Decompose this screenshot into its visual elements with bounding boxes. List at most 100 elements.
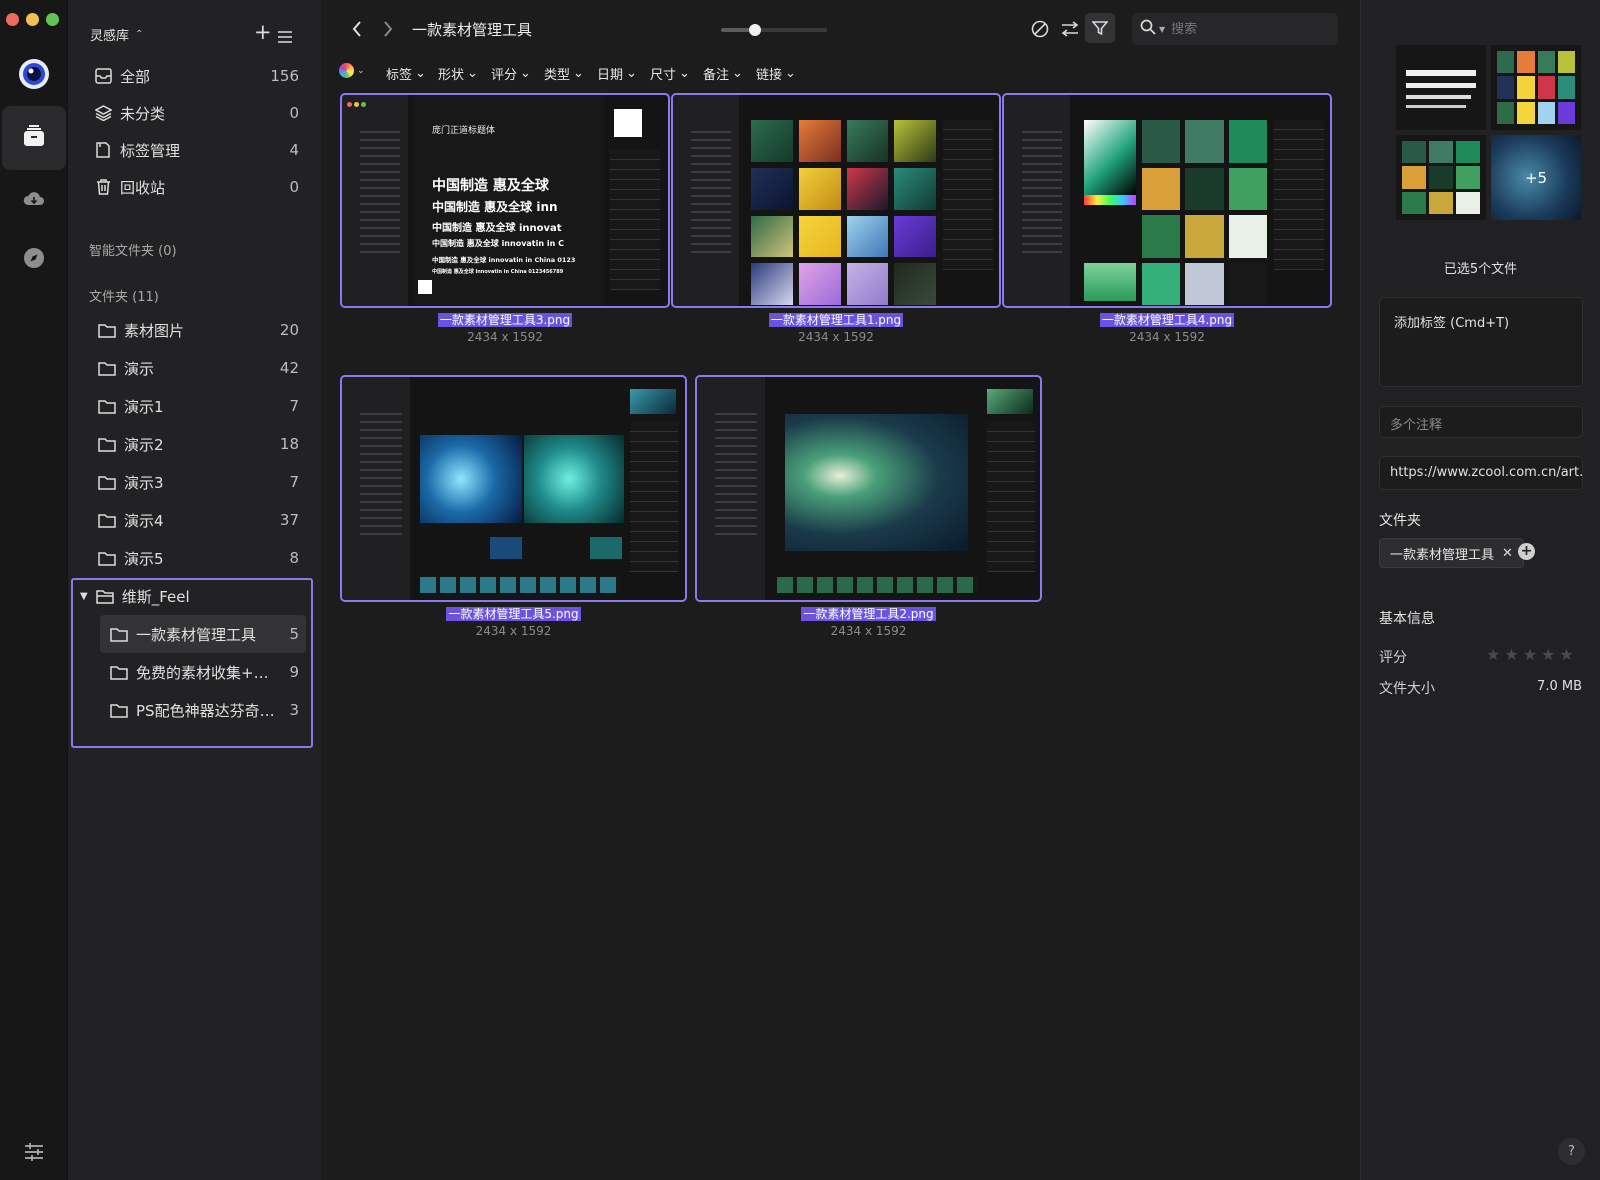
file-thumbnail[interactable] xyxy=(340,375,687,602)
library-switcher[interactable]: 灵感库 ⌃ xyxy=(90,25,143,44)
cloud-icon[interactable] xyxy=(14,179,54,219)
folder-item[interactable]: 素材图片 20 xyxy=(96,312,299,348)
filter-link[interactable]: 链接 ⌄ xyxy=(756,62,796,84)
sidebar-item-count: 156 xyxy=(270,67,299,85)
file-card[interactable]: 庞门正道标题体 中国制造 惠及全球 中国制造 惠及全球 inn 中国制造 惠及全… xyxy=(340,93,670,348)
subfolder-item[interactable]: 免费的素材收集+管理软件 9 xyxy=(108,654,299,690)
zoom-window-button[interactable] xyxy=(46,13,59,26)
logo-icon[interactable] xyxy=(14,54,54,94)
folder-label: PS配色神器达芬奇助手 xyxy=(136,701,284,720)
color-filter[interactable]: ⌄ xyxy=(339,63,365,78)
no-filter-icon[interactable] xyxy=(1028,18,1052,40)
sort-swap-icon[interactable] xyxy=(1058,18,1082,40)
notes-placeholder: 多个注释 xyxy=(1390,418,1443,433)
subfolder-item[interactable]: PS配色神器达芬奇助手 3 xyxy=(108,692,299,728)
add-icon[interactable]: + xyxy=(254,20,272,44)
file-card[interactable]: 一款素材管理工具1.png 2434 x 1592 xyxy=(671,93,1001,348)
file-thumbnail[interactable]: 庞门正道标题体 中国制造 惠及全球 中国制造 惠及全球 inn 中国制造 惠及全… xyxy=(340,93,670,308)
sidebar-item-tags[interactable]: 标签管理 4 xyxy=(92,132,299,168)
star-icon[interactable]: ★ xyxy=(1541,645,1555,664)
layers-icon xyxy=(92,102,114,124)
back-icon[interactable] xyxy=(347,18,367,40)
folders-heading[interactable]: 文件夹 (11) xyxy=(89,286,159,305)
chevron-down-icon: ⌄ xyxy=(732,65,743,81)
file-thumbnail[interactable] xyxy=(1002,93,1332,308)
filter-label: 标签 xyxy=(386,67,413,83)
search-input[interactable] xyxy=(1171,21,1312,37)
file-name-text: 一款素材管理工具3.png xyxy=(437,313,573,327)
settings-sliders-icon[interactable] xyxy=(14,1132,54,1172)
star-icon[interactable]: ★ xyxy=(1559,645,1573,664)
rating-stars[interactable]: ★ ★ ★ ★ ★ xyxy=(1486,645,1574,664)
filter-date[interactable]: 日期 ⌄ xyxy=(597,62,637,84)
filter-label: 日期 xyxy=(597,67,624,83)
folder-label: 演示4 xyxy=(124,511,164,530)
file-name[interactable]: 一款素材管理工具2.png xyxy=(695,605,1042,622)
file-card[interactable]: 一款素材管理工具5.png 2434 x 1592 xyxy=(340,375,687,638)
library-rail-button[interactable] xyxy=(2,106,66,170)
sidebar-item-label: 标签管理 xyxy=(120,141,181,160)
file-card[interactable]: 一款素材管理工具2.png 2434 x 1592 xyxy=(695,375,1042,638)
preview-stack-image xyxy=(1396,45,1486,130)
filter-rating[interactable]: 评分 ⌄ xyxy=(491,62,531,84)
star-icon[interactable]: ★ xyxy=(1486,645,1500,664)
file-dimensions: 2434 x 1592 xyxy=(1129,330,1205,344)
sidebar-item-uncategorized[interactable]: 未分类 0 xyxy=(92,95,299,131)
filter-shape[interactable]: 形状 ⌄ xyxy=(438,62,478,84)
smart-folders-heading[interactable]: 智能文件夹 (0) xyxy=(89,240,177,259)
file-thumbnail[interactable] xyxy=(671,93,1001,308)
star-icon[interactable]: ★ xyxy=(1523,645,1537,664)
sidebar-item-all[interactable]: 全部 156 xyxy=(92,58,299,94)
filter-icon[interactable] xyxy=(1085,13,1115,43)
folder-label: 演示3 xyxy=(124,473,164,492)
minimize-window-button[interactable] xyxy=(26,13,39,26)
folder-item[interactable]: 演示4 37 xyxy=(96,502,299,538)
close-window-button[interactable] xyxy=(6,13,19,26)
filter-tag[interactable]: 标签 ⌄ xyxy=(386,62,426,84)
help-button[interactable]: ? xyxy=(1558,1138,1585,1165)
file-name[interactable]: 一款素材管理工具3.png xyxy=(340,311,670,328)
zoom-slider-knob[interactable] xyxy=(749,24,762,36)
preview-stack-more: +5 xyxy=(1491,135,1581,220)
folder-label: 演示5 xyxy=(124,549,164,568)
compass-icon[interactable] xyxy=(14,238,54,278)
star-icon[interactable]: ★ xyxy=(1504,645,1518,664)
subfolder-item-selected[interactable]: 一款素材管理工具 5 xyxy=(108,616,299,652)
add-folder-icon[interactable]: + xyxy=(1518,543,1535,560)
filter-note[interactable]: 备注 ⌄ xyxy=(703,62,743,84)
close-icon[interactable]: ✕ xyxy=(1502,546,1513,561)
folder-item[interactable]: 演示3 7 xyxy=(96,464,299,500)
filter-label: 备注 xyxy=(703,67,730,83)
folder-item[interactable]: 演示5 8 xyxy=(96,540,299,576)
filter-type[interactable]: 类型 ⌄ xyxy=(544,62,584,84)
filter-size[interactable]: 尺寸 ⌄ xyxy=(650,62,690,84)
folder-count: 8 xyxy=(289,549,299,567)
tags-field[interactable]: 添加标签 (Cmd+T) xyxy=(1379,297,1583,387)
app-rail xyxy=(0,0,68,1180)
notes-field[interactable]: 多个注释 xyxy=(1379,406,1583,438)
file-name[interactable]: 一款素材管理工具5.png xyxy=(340,605,687,622)
selection-count: 已选5个文件 xyxy=(1443,262,1518,277)
folder-item[interactable]: 演示 42 xyxy=(96,350,299,386)
preview-stack-image xyxy=(1491,45,1581,130)
menu-icon[interactable] xyxy=(278,28,292,47)
file-name[interactable]: 一款素材管理工具1.png xyxy=(671,311,1001,328)
folder-count: 37 xyxy=(279,511,299,529)
folder-item[interactable]: 演示1 7 xyxy=(96,388,299,424)
folder-group-item[interactable]: ▼ 维斯_Feel xyxy=(80,578,299,614)
preview-stack-image xyxy=(1396,135,1486,220)
forward-icon[interactable] xyxy=(378,18,398,40)
sidebar-item-trash[interactable]: 回收站 0 xyxy=(92,169,299,205)
url-field[interactable]: https://www.zcool.com.cn/art... xyxy=(1379,456,1583,490)
filter-label: 类型 xyxy=(544,67,571,83)
chevron-down-icon: ⌄ xyxy=(415,65,426,81)
file-card[interactable]: 一款素材管理工具4.png 2434 x 1592 xyxy=(1002,93,1332,348)
zoom-slider[interactable] xyxy=(721,24,827,36)
folder-label: 维斯_Feel xyxy=(121,587,190,606)
file-size-label: 文件大小 xyxy=(1379,681,1435,697)
folder-chip[interactable]: 一款素材管理工具 ✕ xyxy=(1379,538,1524,568)
file-thumbnail[interactable] xyxy=(695,375,1042,602)
search-box[interactable]: ▼ xyxy=(1132,13,1338,45)
folder-item[interactable]: 演示2 18 xyxy=(96,426,299,462)
file-name[interactable]: 一款素材管理工具4.png xyxy=(1002,311,1332,328)
